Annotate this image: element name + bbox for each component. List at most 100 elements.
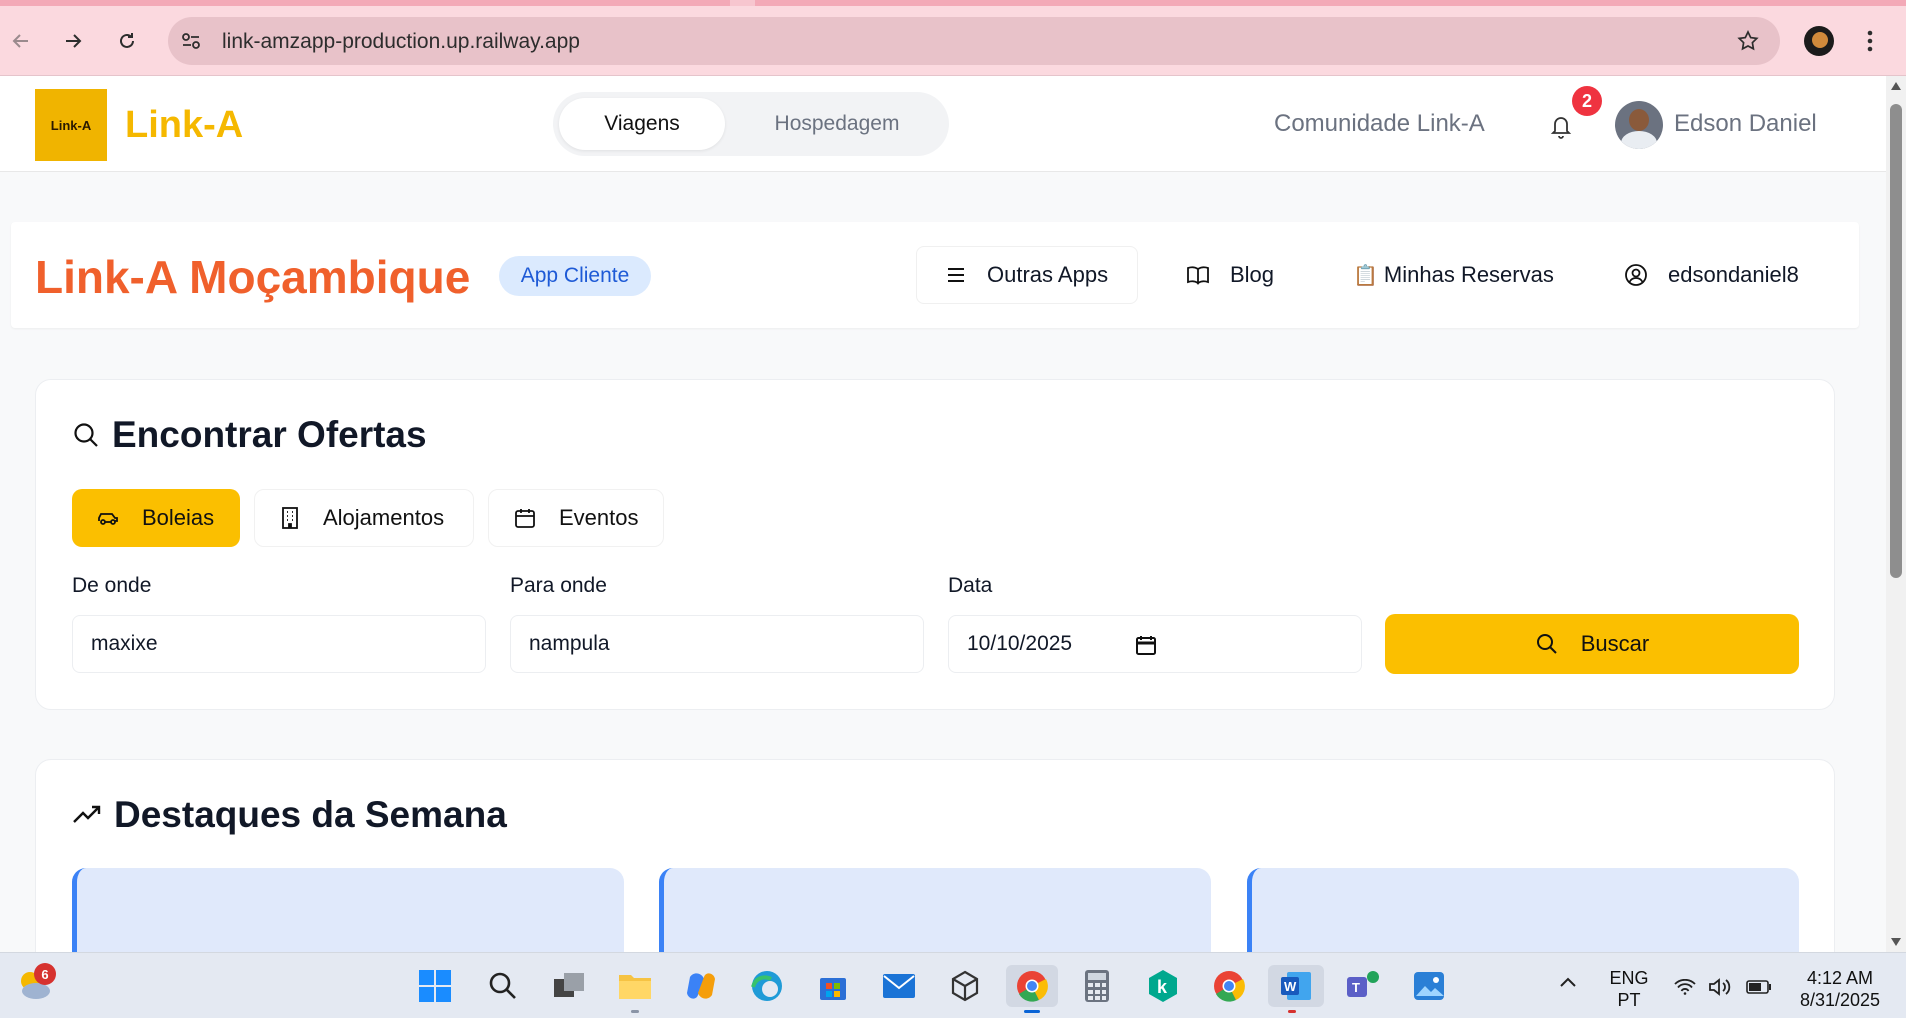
tab-hospedagem[interactable]: Hospedagem bbox=[731, 98, 943, 150]
tab-viagens[interactable]: Viagens bbox=[559, 98, 725, 150]
other-apps-button[interactable]: Outras Apps bbox=[916, 246, 1138, 304]
browser-tab[interactable] bbox=[755, 0, 1906, 6]
to-input[interactable]: nampula bbox=[510, 615, 924, 673]
from-label: De onde bbox=[72, 574, 152, 597]
task-view-icon[interactable] bbox=[548, 965, 590, 1007]
page-scrollbar[interactable] bbox=[1886, 76, 1906, 952]
search-button[interactable]: Buscar bbox=[1385, 614, 1799, 674]
logo[interactable]: Link-A bbox=[35, 89, 107, 161]
search-card: Encontrar Ofertas Boleias Alojamentos Ev… bbox=[35, 379, 1835, 710]
browser-tab[interactable] bbox=[0, 0, 730, 6]
keyboard-layout: PT bbox=[1617, 990, 1641, 1010]
category-boleias-button[interactable]: Boleias bbox=[72, 489, 240, 547]
teams-icon[interactable]: T bbox=[1342, 965, 1384, 1007]
clock-time: 4:12 AM bbox=[1806, 968, 1874, 988]
browser-tabstrip bbox=[0, 0, 1906, 6]
brand-name[interactable]: Link-A bbox=[125, 104, 243, 147]
book-icon bbox=[1187, 266, 1209, 285]
user-circle-icon bbox=[1625, 264, 1647, 286]
date-value: 10/10/2025 bbox=[967, 632, 1073, 655]
clipboard-icon: 📋 bbox=[1353, 264, 1378, 287]
app-cube-icon[interactable] bbox=[944, 965, 986, 1007]
date-picker-icon[interactable] bbox=[1135, 634, 1157, 656]
running-indicator bbox=[1288, 1010, 1296, 1013]
chrome-profile-icon[interactable] bbox=[1208, 965, 1250, 1007]
mode-toggle: Viagens Hospedagem bbox=[553, 92, 949, 156]
word-icon[interactable]: W bbox=[1268, 965, 1324, 1013]
url-text[interactable]: link-amzapp-production.up.railway.app bbox=[222, 30, 580, 54]
scroll-thumb[interactable] bbox=[1890, 104, 1902, 578]
reload-icon[interactable] bbox=[110, 24, 144, 58]
reservations-label: Minhas Reservas bbox=[1383, 262, 1554, 287]
wifi-icon[interactable] bbox=[1674, 978, 1696, 1000]
kaspersky-icon[interactable]: k bbox=[1142, 965, 1184, 1007]
bookmark-star-icon[interactable] bbox=[1736, 29, 1760, 53]
windows-start-icon[interactable] bbox=[414, 965, 456, 1007]
browser-toolbar: link-amzapp-production.up.railway.app bbox=[0, 0, 1906, 76]
avatar[interactable] bbox=[1615, 101, 1663, 149]
weather-badge: 6 bbox=[34, 963, 56, 985]
logo-text: Link-A bbox=[50, 117, 92, 133]
user-name[interactable]: Edson Daniel bbox=[1674, 110, 1817, 138]
search-icon bbox=[74, 423, 98, 447]
page-title: Link-A Moçambique bbox=[35, 251, 471, 303]
back-icon[interactable] bbox=[4, 24, 38, 58]
running-indicator bbox=[631, 1010, 639, 1013]
calendar-icon bbox=[515, 509, 535, 528]
copilot-icon[interactable] bbox=[680, 965, 722, 1007]
category-alojamentos-button[interactable]: Alojamentos bbox=[254, 489, 474, 547]
from-input[interactable]: maxixe bbox=[72, 615, 486, 673]
battery-icon[interactable] bbox=[1746, 980, 1772, 999]
search-heading-text: Encontrar Ofertas bbox=[112, 414, 427, 455]
search-button-label: Buscar bbox=[1580, 631, 1650, 656]
system-clock[interactable]: 4:12 AM 8/31/2025 bbox=[1790, 967, 1890, 1011]
blog-link[interactable]: Blog bbox=[1186, 246, 1274, 304]
input-language[interactable]: ENG PT bbox=[1604, 967, 1654, 1011]
to-label: Para onde bbox=[510, 574, 607, 597]
car-icon bbox=[98, 513, 118, 525]
highlights-heading-text: Destaques da Semana bbox=[114, 794, 507, 835]
app-header: Link-A Link-A Viagens Hospedagem Comunid… bbox=[0, 76, 1886, 172]
date-input[interactable]: 10/10/2025 bbox=[948, 615, 1362, 673]
highlights-section: Destaques da Semana bbox=[35, 759, 1835, 968]
user-profile-link[interactable]: edsondaniel8 bbox=[1624, 246, 1799, 304]
svg-text:W: W bbox=[1284, 979, 1297, 994]
blog-label: Blog bbox=[1230, 262, 1275, 287]
microsoft-store-icon[interactable] bbox=[812, 965, 854, 1007]
search-heading: Encontrar Ofertas bbox=[72, 414, 427, 456]
volume-icon[interactable] bbox=[1708, 977, 1734, 1002]
browser-menu-icon[interactable] bbox=[1864, 26, 1876, 56]
clock-date: 8/31/2025 bbox=[1799, 990, 1881, 1010]
category-alojamentos-label: Alojamentos bbox=[323, 505, 445, 530]
photos-icon[interactable] bbox=[1408, 965, 1450, 1007]
other-apps-label: Outras Apps bbox=[987, 262, 1109, 287]
category-boleias-label: Boleias bbox=[142, 505, 215, 530]
file-explorer-icon[interactable] bbox=[614, 965, 656, 1013]
scroll-down-icon[interactable] bbox=[1891, 938, 1901, 946]
scroll-up-icon[interactable] bbox=[1891, 82, 1901, 90]
category-eventos-label: Eventos bbox=[559, 505, 639, 530]
building-icon bbox=[282, 507, 298, 529]
date-label: Data bbox=[948, 574, 993, 597]
address-bar[interactable]: link-amzapp-production.up.railway.app bbox=[168, 17, 1780, 65]
forward-icon[interactable] bbox=[56, 24, 90, 58]
windows-taskbar: 6 k W T ENG PT 4:12 AM 8/31/2025 bbox=[0, 952, 1906, 1018]
show-hidden-icons-chevron-icon[interactable] bbox=[1558, 975, 1578, 994]
calculator-icon[interactable] bbox=[1076, 965, 1118, 1007]
search-icon bbox=[1536, 634, 1557, 654]
sub-navigation: Link-A Moçambique App Cliente Outras App… bbox=[11, 222, 1859, 328]
username-label: edsondaniel8 bbox=[1668, 262, 1799, 287]
community-link[interactable]: Comunidade Link-A bbox=[1274, 110, 1485, 138]
category-eventos-button[interactable]: Eventos bbox=[488, 489, 664, 547]
site-settings-icon[interactable] bbox=[180, 30, 202, 52]
browser-profile-avatar[interactable] bbox=[1804, 26, 1834, 56]
trending-up-icon bbox=[73, 805, 101, 823]
edge-browser-icon[interactable] bbox=[746, 965, 788, 1007]
app-badge: App Cliente bbox=[499, 256, 651, 296]
chrome-icon[interactable] bbox=[1006, 965, 1058, 1013]
reservations-link[interactable]: 📋 Minhas Reservas bbox=[1353, 246, 1554, 304]
bell-icon[interactable] bbox=[1546, 111, 1576, 141]
svg-text:T: T bbox=[1352, 980, 1360, 995]
mail-icon[interactable] bbox=[878, 965, 920, 1007]
taskbar-search-icon[interactable] bbox=[482, 965, 524, 1007]
